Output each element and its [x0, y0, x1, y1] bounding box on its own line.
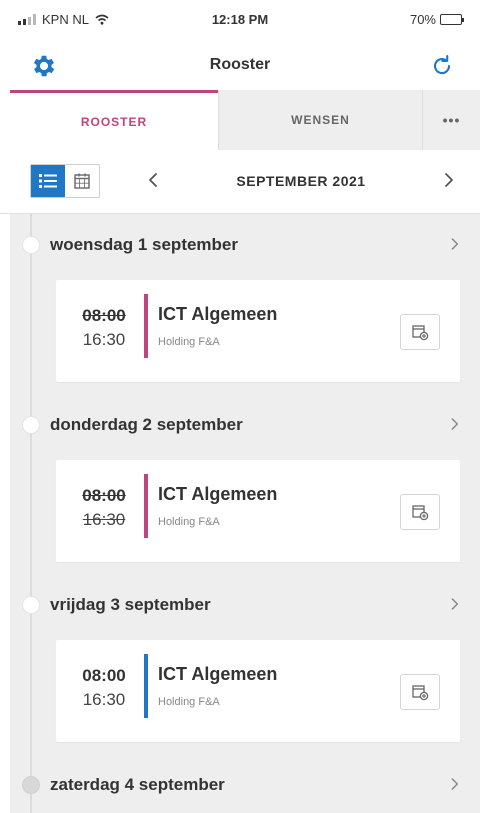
- shift-times: 08:00 16:30: [76, 304, 132, 352]
- list-icon: [39, 174, 57, 188]
- shift-department: Holding F&A: [158, 336, 220, 348]
- day-header[interactable]: vrijdag 3 september: [10, 584, 480, 624]
- battery-percent: 70%: [409, 12, 436, 27]
- shift-end-time: 16:30: [82, 690, 126, 709]
- chevron-right-icon: [451, 238, 459, 250]
- chevron-left-icon[interactable]: [142, 168, 166, 192]
- tab-rooster[interactable]: ROOSTER: [10, 90, 218, 150]
- shift-department: Holding F&A: [158, 516, 220, 528]
- day-title: vrijdag 3 september: [50, 595, 211, 614]
- chevron-right-icon[interactable]: [436, 168, 460, 192]
- chevron-right-icon: [451, 418, 459, 430]
- calendar-add-icon: [412, 685, 429, 701]
- shift-card[interactable]: 08:00 16:30 ICT Algemeen Holding F&A: [56, 460, 460, 562]
- calendar-view-button[interactable]: [65, 165, 99, 197]
- tab-bar: ROOSTER WENSEN •••: [10, 90, 480, 150]
- calendar-toolbar: SEPTEMBER 2021: [0, 150, 480, 214]
- timeline-dot: [22, 776, 40, 794]
- shift-color-bar: [144, 474, 148, 538]
- chevron-right-icon: [451, 598, 459, 610]
- day-header[interactable]: zaterdag 4 september: [10, 764, 480, 804]
- shift-times: 08:00 16:30: [76, 484, 132, 532]
- day-title: woensdag 1 september: [50, 235, 239, 254]
- shift-start-time: 08:00: [82, 666, 126, 685]
- calendar-add-icon: [412, 325, 429, 341]
- shift-start-time: 08:00: [82, 306, 126, 325]
- shift-department: Holding F&A: [158, 696, 220, 708]
- day-title: donderdag 2 september: [50, 415, 243, 434]
- status-time: 12:18 PM: [211, 12, 269, 27]
- list-view-button[interactable]: [31, 165, 65, 197]
- timeline-dot: [22, 236, 40, 254]
- timeline-dot: [22, 596, 40, 614]
- chevron-right-icon: [451, 778, 459, 790]
- page-title: Rooster: [209, 56, 271, 73]
- shift-title: ICT Algemeen: [158, 304, 278, 324]
- calendar-add-icon: [412, 505, 429, 521]
- month-label: SEPTEMBER 2021: [236, 173, 366, 189]
- add-to-calendar-button[interactable]: [400, 494, 440, 530]
- add-to-calendar-button[interactable]: [400, 674, 440, 710]
- shift-card[interactable]: 08:00 16:30 ICT Algemeen Holding F&A: [56, 640, 460, 742]
- view-toggle: [30, 164, 100, 198]
- refresh-icon[interactable]: [428, 52, 456, 80]
- timeline-line: [30, 214, 32, 813]
- shift-times: 08:00 16:30: [76, 664, 132, 712]
- calendar-icon: [74, 173, 90, 189]
- shift-card[interactable]: 08:00 16:30 ICT Algemeen Holding F&A: [56, 280, 460, 382]
- shift-title: ICT Algemeen: [158, 664, 278, 684]
- nav-bar: Rooster: [0, 40, 480, 90]
- shift-end-time: 16:30: [82, 510, 126, 529]
- day-header[interactable]: donderdag 2 september: [10, 404, 480, 444]
- schedule-list[interactable]: woensdag 1 september 08:00 16:30 ICT Alg…: [10, 214, 480, 813]
- day-title: zaterdag 4 september: [50, 775, 225, 794]
- shift-title: ICT Algemeen: [158, 484, 278, 504]
- tab-wensen[interactable]: WENSEN: [218, 90, 422, 150]
- shift-color-bar: [144, 294, 148, 358]
- battery-status: 70%: [409, 12, 464, 27]
- battery-icon: [440, 14, 464, 25]
- status-bar: KPN NL 12:18 PM 70%: [0, 0, 480, 40]
- timeline-dot: [22, 416, 40, 434]
- shift-color-bar: [144, 654, 148, 718]
- tab-more[interactable]: •••: [422, 90, 480, 150]
- shift-end-time: 16:30: [82, 330, 126, 349]
- add-to-calendar-button[interactable]: [400, 314, 440, 350]
- shift-start-time: 08:00: [82, 486, 126, 505]
- day-header[interactable]: woensdag 1 september: [10, 224, 480, 264]
